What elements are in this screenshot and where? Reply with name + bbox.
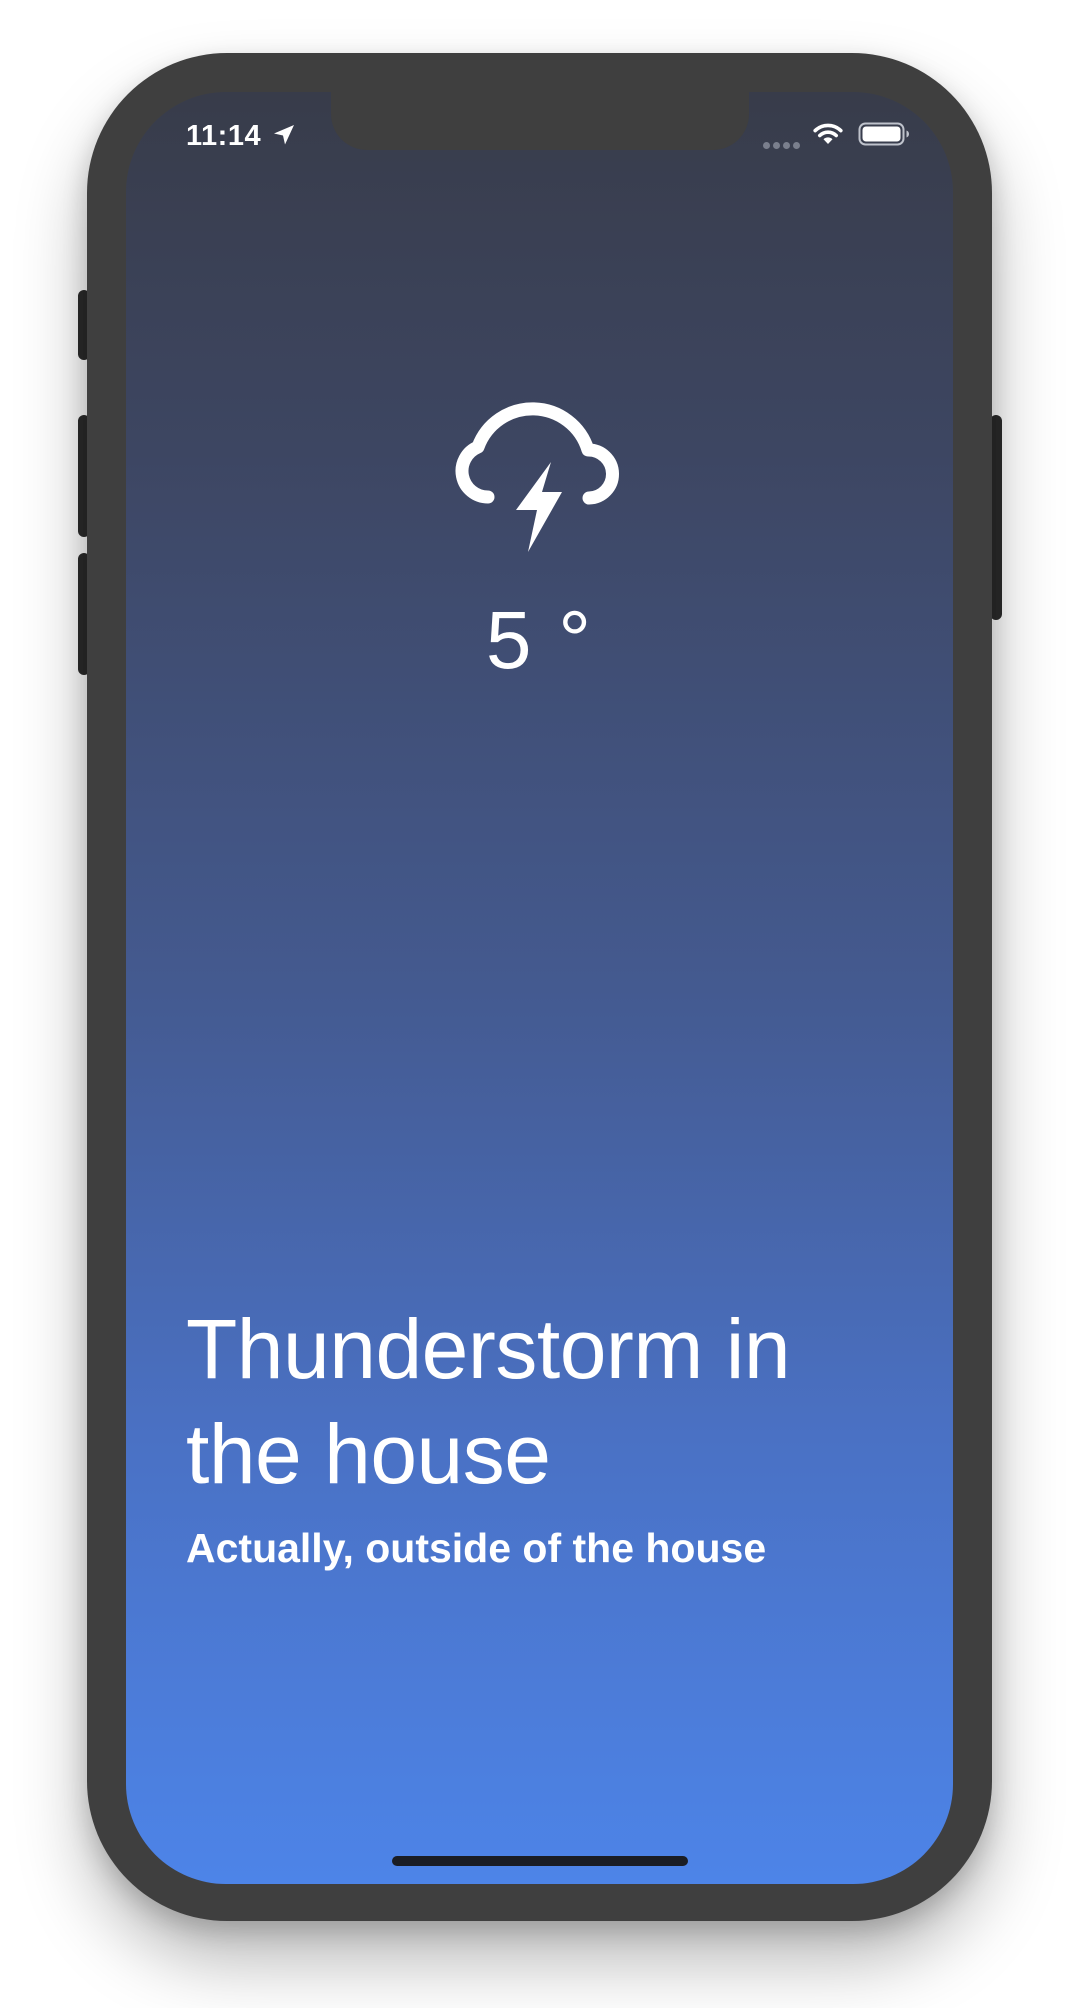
temperature-readout: 5 °: [485, 595, 594, 686]
app-screen: 11:14 5 ° Thunderstorm in the house Actu…: [126, 92, 953, 1884]
notch: [331, 92, 749, 150]
cellular-signal-icon: [763, 142, 800, 149]
device-mockup: 11:14 5 ° Thunderstorm in the house Actu…: [0, 0, 1080, 2008]
cloud-lightning-icon: [455, 402, 619, 552]
weather-headline: Thunderstorm in the house: [186, 1302, 791, 1501]
battery-full-icon: [858, 122, 909, 146]
wifi-icon: [813, 123, 843, 144]
home-indicator[interactable]: [392, 1856, 688, 1866]
status-time: 11:14: [186, 120, 262, 152]
location-arrow-icon: [274, 125, 294, 145]
weather-subtitle: Actually, outside of the house: [186, 1525, 767, 1571]
